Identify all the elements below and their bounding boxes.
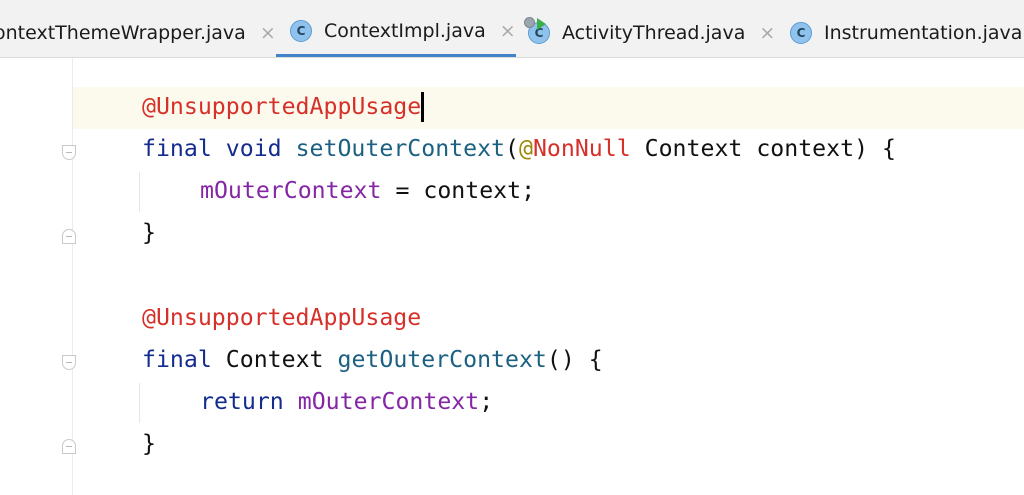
code-line-8[interactable]: return mOuterContext; xyxy=(200,382,493,422)
annotation: @UnsupportedAppUsage xyxy=(142,304,422,331)
tab-contextimpl[interactable]: C ContextImpl.java × xyxy=(276,8,516,57)
tab-label: ActivityThread.java xyxy=(562,22,746,44)
tab-contextthemewrapper[interactable]: ontextThemeWrapper.java × xyxy=(0,8,276,57)
return-type: Context xyxy=(225,346,324,373)
method-name: setOuterContext xyxy=(295,135,505,162)
run-badge-icon xyxy=(537,18,546,30)
paren-brace: ) { xyxy=(854,135,896,162)
tab-label: ontextThemeWrapper.java xyxy=(0,22,246,44)
closing-brace: } xyxy=(142,219,156,246)
keyword-final: final xyxy=(142,135,212,162)
paren-brace: () { xyxy=(546,346,603,373)
code-line-7[interactable]: final Context getOuterContext() { xyxy=(142,340,603,380)
keyword-void: void xyxy=(225,135,282,162)
closing-brace: } xyxy=(142,430,156,457)
gear-badge-icon xyxy=(524,17,535,28)
tab-label: Instrumentation.java xyxy=(824,22,1023,44)
java-class-icon: C xyxy=(290,20,312,42)
close-icon[interactable]: × xyxy=(759,23,775,43)
code-line-9[interactable]: } xyxy=(142,424,156,464)
param-name: context xyxy=(756,135,855,162)
fold-close-icon[interactable] xyxy=(62,229,76,244)
param-type: Context xyxy=(644,135,743,162)
code-line-1[interactable]: @UnsupportedAppUsage xyxy=(142,87,421,127)
fold-open-icon[interactable] xyxy=(62,145,76,160)
method-name: getOuterContext xyxy=(337,346,547,373)
tab-activitythread[interactable]: C ActivityThread.java × xyxy=(524,8,775,57)
runnable-class-icon: C xyxy=(524,17,550,44)
editor-tab-bar: ontextThemeWrapper.java × C ContextImpl.… xyxy=(0,0,1024,58)
field-name: mOuterContext xyxy=(297,388,480,415)
fold-close-icon[interactable] xyxy=(62,439,76,454)
text-caret xyxy=(421,92,424,122)
indent-guide xyxy=(139,383,140,423)
tab-instrumentation[interactable]: C Instrumentation.java xyxy=(790,8,1023,57)
nonnull-annotation: NonNull xyxy=(532,135,631,162)
close-icon[interactable]: × xyxy=(500,21,516,41)
editor-gutter[interactable] xyxy=(0,58,73,495)
annotation: @UnsupportedAppUsage xyxy=(142,93,422,120)
code-line-6[interactable]: @UnsupportedAppUsage xyxy=(142,298,421,338)
keyword-return: return xyxy=(200,388,284,415)
tab-label: ContextImpl.java xyxy=(324,20,486,42)
close-icon[interactable]: × xyxy=(260,23,276,43)
code-line-2[interactable]: final void setOuterContext(@NonNull Cont… xyxy=(142,129,896,169)
fold-open-icon[interactable] xyxy=(62,355,76,370)
nonnull-at: @ xyxy=(518,135,533,162)
indent-guide xyxy=(139,172,140,212)
code-line-4[interactable]: } xyxy=(142,213,156,253)
keyword-final: final xyxy=(142,346,212,373)
semicolon: ; xyxy=(479,388,494,415)
code-line-3[interactable]: mOuterContext = context; xyxy=(200,171,535,211)
field-name: mOuterContext xyxy=(200,177,382,204)
paren: ( xyxy=(505,135,519,162)
assignment: = context; xyxy=(381,177,536,204)
java-class-icon: C xyxy=(790,22,812,44)
